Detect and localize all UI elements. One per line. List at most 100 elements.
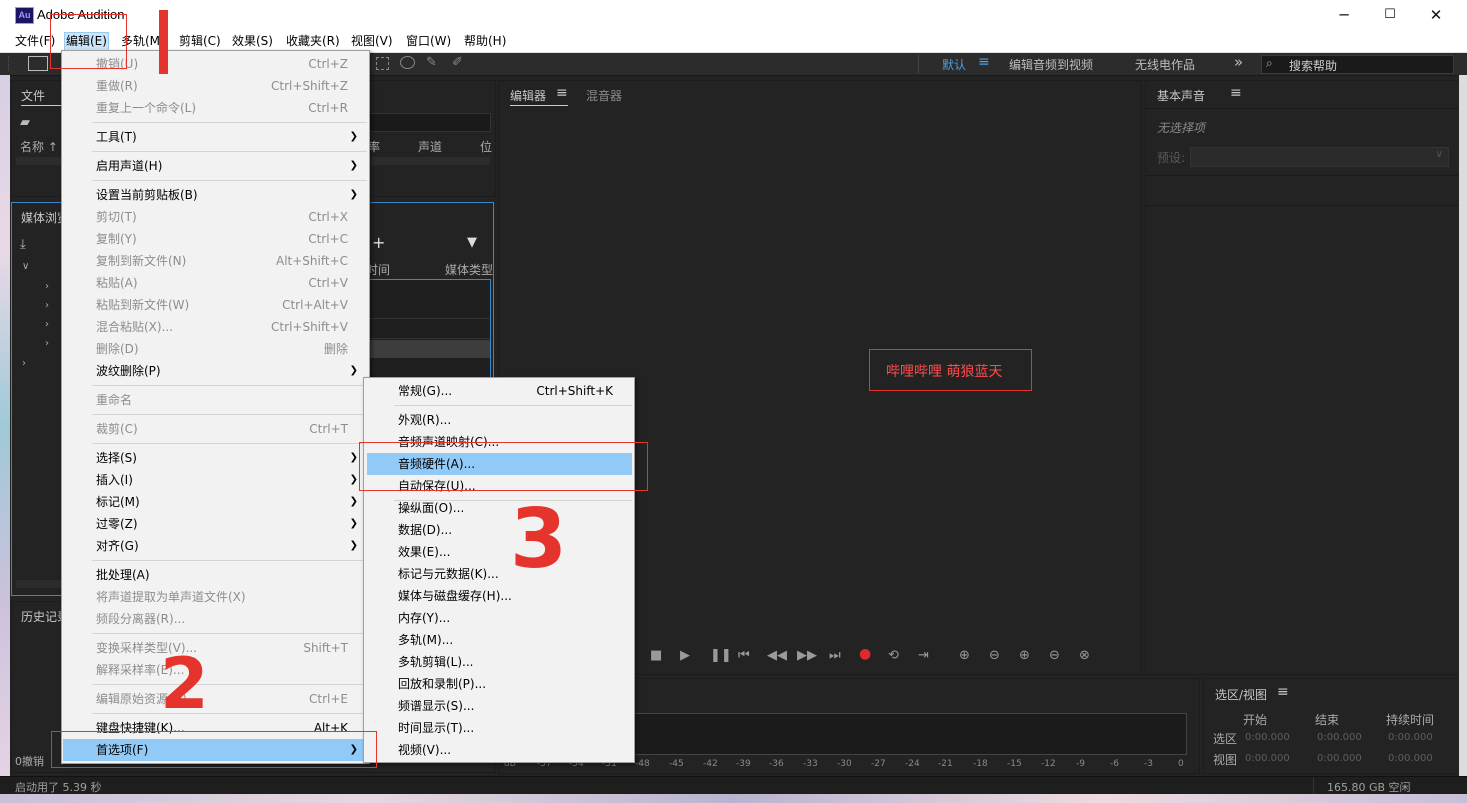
menu-help[interactable]: 帮助(H): [463, 33, 507, 50]
list-item-selected[interactable]: [369, 340, 490, 358]
play-icon[interactable]: ▶: [680, 648, 690, 663]
col-channel[interactable]: 声道: [418, 138, 442, 155]
loop-icon[interactable]: ⟲: [888, 648, 899, 663]
tab-mixer[interactable]: 混音器: [586, 87, 622, 104]
waveform-view-icon[interactable]: [28, 56, 48, 71]
brush-tool-icon[interactable]: ✎: [426, 55, 437, 70]
tab-editor[interactable]: 编辑器: [510, 87, 546, 104]
menu-ripple-delete[interactable]: 波纹删除(P) ❯: [63, 360, 368, 382]
skip-selection-icon[interactable]: ⇥: [918, 648, 929, 663]
tree-expand-icon[interactable]: ›: [45, 300, 49, 311]
pref-spectral-display[interactable]: 频谱显示(S)...: [365, 695, 633, 717]
essential-sound-title[interactable]: 基本声音: [1157, 87, 1205, 104]
menu-select[interactable]: 选择(S) ❯: [63, 447, 368, 469]
view-end[interactable]: 0:00.000: [1317, 753, 1362, 764]
view-start[interactable]: 0:00.000: [1245, 753, 1290, 764]
zoom-in-amplitude-icon[interactable]: ⊕: [959, 648, 970, 663]
menu-copy[interactable]: 复制(Y) Ctrl+C: [63, 228, 368, 250]
workspace-radio[interactable]: 无线电作品: [1135, 56, 1195, 73]
files-filter-input[interactable]: [368, 113, 491, 132]
menu-rename[interactable]: 重命名: [63, 389, 368, 411]
panel-menu-icon[interactable]: ≡: [1277, 684, 1289, 700]
maximize-button[interactable]: ☐: [1367, 0, 1413, 30]
pref-memory[interactable]: 内存(Y)...: [365, 607, 633, 629]
pref-control-surface[interactable]: 操纵面(O)...: [365, 497, 633, 519]
col-bit[interactable]: 位: [480, 138, 492, 155]
menu-edit-original[interactable]: 编辑原始资源(O) Ctrl+E: [63, 688, 368, 710]
menu-delete[interactable]: 删除(D) 删除: [63, 338, 368, 360]
pref-media-disk-cache[interactable]: 媒体与磁盘缓存(H)...: [365, 585, 633, 607]
menu-marker[interactable]: 标记(M) ❯: [63, 491, 368, 513]
pref-multitrack[interactable]: 多轨(M)...: [365, 629, 633, 651]
skip-end-icon[interactable]: ⏭: [829, 648, 841, 663]
more-workspaces-icon[interactable]: »: [1234, 53, 1243, 71]
workspace-edit-video[interactable]: 编辑音频到视频: [1009, 56, 1093, 73]
stop-icon[interactable]: ■: [650, 648, 662, 663]
tree-expand-icon[interactable]: ›: [45, 281, 49, 292]
menu-view[interactable]: 视图(V): [350, 33, 394, 50]
record-icon[interactable]: ●: [859, 646, 871, 662]
tree-expand-icon[interactable]: ›: [45, 319, 49, 330]
filter-icon[interactable]: ▼: [467, 235, 477, 250]
menu-copy-new-file[interactable]: 复制到新文件(N) Alt+Shift+C: [63, 250, 368, 272]
menu-effects[interactable]: 效果(S): [231, 33, 274, 50]
menu-paste[interactable]: 粘贴(A) Ctrl+V: [63, 272, 368, 294]
pref-video[interactable]: 视频(V)...: [365, 739, 633, 761]
menu-extract-mono[interactable]: 将声道提取为单声道文件(X): [63, 586, 368, 608]
minimize-button[interactable]: ─: [1321, 0, 1367, 30]
menu-batch[interactable]: 批处理(A): [63, 564, 368, 586]
selection-duration[interactable]: 0:00.000: [1388, 732, 1433, 743]
pref-multitrack-clips[interactable]: 多轨剪辑(L)...: [365, 651, 633, 673]
menu-zero-crossing[interactable]: 过零(Z) ❯: [63, 513, 368, 535]
close-button[interactable]: ✕: [1413, 0, 1459, 30]
selection-view-title[interactable]: 选区/视图: [1215, 686, 1267, 703]
menu-set-clipboard[interactable]: 设置当前剪贴板(B) ❯: [63, 184, 368, 206]
add-shortcut-icon[interactable]: +: [372, 233, 385, 252]
pref-markers-metadata[interactable]: 标记与元数据(K)...: [365, 563, 633, 585]
menu-enable-channels[interactable]: 启用声道(H) ❯: [63, 155, 368, 177]
menu-favorites[interactable]: 收藏夹(R): [285, 33, 341, 50]
menu-interpret-sample-rate[interactable]: 解释采样率(E)...: [63, 659, 368, 681]
selection-start[interactable]: 0:00.000: [1245, 732, 1290, 743]
fast-forward-icon[interactable]: ▶▶: [797, 648, 817, 663]
marquee-tool-icon[interactable]: [376, 57, 389, 70]
menu-mix-paste[interactable]: 混合粘贴(X)... Ctrl+Shift+V: [63, 316, 368, 338]
zoom-out-time-icon[interactable]: ⊖: [1049, 648, 1060, 663]
menu-paste-new-file[interactable]: 粘贴到新文件(W) Ctrl+Alt+V: [63, 294, 368, 316]
download-icon[interactable]: ⤓: [20, 237, 26, 252]
menu-band-splitter[interactable]: 频段分离器(R)...: [63, 608, 368, 630]
menu-snap[interactable]: 对齐(G) ❯: [63, 535, 368, 557]
menu-tools[interactable]: 工具(T) ❯: [63, 126, 368, 148]
menu-crop[interactable]: 裁剪(C) Ctrl+T: [63, 418, 368, 440]
menu-redo[interactable]: 重做(R) Ctrl+Shift+Z: [63, 75, 368, 97]
rewind-icon[interactable]: ◀◀: [767, 648, 787, 663]
pref-effects[interactable]: 效果(E)...: [365, 541, 633, 563]
zoom-out-amplitude-icon[interactable]: ⊖: [989, 648, 1000, 663]
col-name[interactable]: 名称 ↑: [20, 138, 58, 155]
workspace-default[interactable]: 默认: [942, 56, 966, 73]
pref-general[interactable]: 常规(G)... Ctrl+Shift+K: [365, 380, 633, 402]
panel-menu-icon[interactable]: ≡: [1230, 85, 1242, 101]
preset-dropdown[interactable]: ∨: [1190, 147, 1449, 167]
menu-window[interactable]: 窗口(W): [405, 33, 452, 50]
spot-healing-icon[interactable]: ✐: [452, 55, 463, 70]
open-folder-icon[interactable]: ▰: [20, 115, 30, 130]
zoom-in-time-icon[interactable]: ⊕: [1019, 648, 1030, 663]
list-item[interactable]: [369, 320, 490, 339]
selection-end[interactable]: 0:00.000: [1317, 732, 1362, 743]
pref-playback-recording[interactable]: 回放和录制(P)...: [365, 673, 633, 695]
col-media-type[interactable]: 媒体类型: [445, 261, 493, 278]
workspace-menu-icon[interactable]: ≡: [978, 54, 990, 70]
lasso-tool-icon[interactable]: [400, 56, 415, 69]
view-duration[interactable]: 0:00.000: [1388, 753, 1433, 764]
zoom-full-icon[interactable]: ⊗: [1079, 648, 1090, 663]
pref-time-display[interactable]: 时间显示(T)...: [365, 717, 633, 739]
menu-insert[interactable]: 插入(I) ❯: [63, 469, 368, 491]
menu-repeat-last[interactable]: 重复上一个命令(L) Ctrl+R: [63, 97, 368, 119]
tree-expand-icon[interactable]: ›: [45, 338, 49, 349]
tree-expand-icon[interactable]: ∨: [22, 261, 29, 272]
skip-start-icon[interactable]: ⏮: [738, 648, 750, 663]
help-search[interactable]: ⌕ 搜索帮助: [1261, 55, 1454, 74]
tree-expand-icon[interactable]: ›: [22, 358, 26, 369]
pref-data[interactable]: 数据(D)...: [365, 519, 633, 541]
